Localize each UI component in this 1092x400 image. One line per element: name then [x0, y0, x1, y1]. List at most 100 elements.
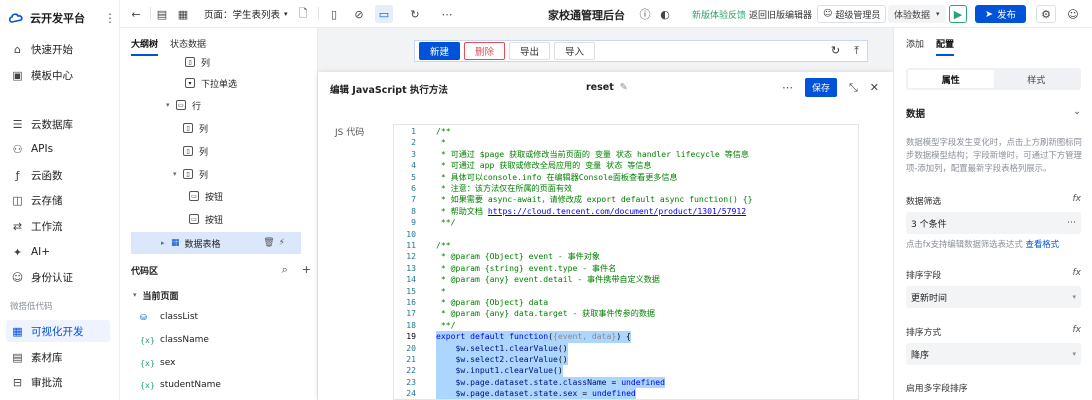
- code-line[interactable]: 20 $w.select1.clearValue(): [394, 342, 858, 354]
- page-select[interactable]: 页面：学生表列表 ▾: [204, 5, 288, 23]
- nav-item-database[interactable]: ☰ 云数据库: [6, 113, 110, 135]
- segment-style[interactable]: 样式: [994, 70, 1080, 88]
- search-icon[interactable]: ⌕: [282, 263, 288, 277]
- nav-item-quick-start[interactable]: ⌂ 快速开始: [6, 38, 110, 60]
- more-vertical-icon[interactable]: ⋮: [104, 11, 116, 25]
- code-line[interactable]: 23 $w.page.dataset.state.className = und…: [394, 376, 858, 389]
- tree-node-column[interactable]: ▯ 列: [131, 141, 301, 161]
- code-item-variable[interactable]: {x} studentName: [140, 376, 221, 394]
- code-line[interactable]: 19 export default function({event, data})…: [394, 331, 858, 343]
- settings-button[interactable]: ⚙: [1036, 5, 1056, 23]
- tree-node-button[interactable]: ▭ 按钮: [131, 186, 301, 206]
- fx-icon[interactable]: fx: [1073, 268, 1082, 281]
- code-line[interactable]: 17 * @param {any} data.target - 获取事件传参的数…: [394, 308, 858, 319]
- more-icon[interactable]: ⋯: [438, 5, 456, 23]
- user-avatar-icon[interactable]: ☺: [1064, 5, 1082, 23]
- code-item-dataset[interactable]: ⛁ classList: [140, 308, 198, 326]
- code-line[interactable]: 14 * @param {any} event.detail - 事件携带自定义…: [394, 274, 858, 285]
- brand[interactable]: 云开发平台 ⋮: [8, 9, 116, 27]
- code-editor[interactable]: 1/** 2 * 3 * 可通过 $page 获取或修改当前页面的 变量 状态 ha…: [393, 124, 859, 400]
- feedback-link[interactable]: 新版体验反馈: [692, 5, 746, 23]
- nav-item-workflow[interactable]: ⇄ 工作流: [6, 215, 110, 237]
- more-icon[interactable]: ⋯: [782, 81, 793, 94]
- fx-icon[interactable]: fx: [1073, 194, 1082, 207]
- edit-pen-icon[interactable]: ✎: [620, 82, 628, 93]
- fx-icon[interactable]: fx: [1073, 325, 1082, 338]
- code-item-variable[interactable]: {x} sex: [140, 354, 175, 372]
- tab-add[interactable]: 添加: [906, 37, 924, 56]
- sort-field-select[interactable]: 更新时间 ▾: [906, 286, 1081, 308]
- refresh-icon[interactable]: ↻: [831, 44, 840, 58]
- back-arrow-icon[interactable]: ←: [127, 5, 145, 23]
- code-line[interactable]: 3 * 可通过 $page 获取或修改当前页面的 变量 状态 handler l…: [394, 149, 858, 160]
- code-line[interactable]: 16 * @param {Object} data: [394, 297, 858, 308]
- nav-item-template[interactable]: ▣ 模板中心: [6, 64, 110, 86]
- code-line[interactable]: 8 * 帮助文档 https://cloud.tencent.com/docum…: [394, 206, 858, 217]
- code-line[interactable]: 24 $w.page.dataset.state.sex = undefined: [394, 388, 858, 399]
- delete-icon[interactable]: 🗑: [263, 238, 274, 248]
- nav-item-material[interactable]: ▤ 素材库: [6, 346, 110, 368]
- close-icon[interactable]: ✕: [870, 81, 879, 94]
- tree-node-row[interactable]: ▾ ▭ 行: [131, 95, 301, 115]
- view-format-link[interactable]: 查看格式: [1025, 239, 1059, 249]
- code-line[interactable]: 22 $w.input1.clearValue(): [394, 365, 858, 377]
- layout-icon[interactable]: ▦: [174, 5, 192, 23]
- code-line[interactable]: 2 *: [394, 137, 858, 148]
- code-line[interactable]: 9 **/: [394, 217, 858, 228]
- code-item-variable[interactable]: {x} className: [140, 331, 209, 349]
- experience-data-select[interactable]: 体验数据 ▾: [888, 5, 946, 23]
- pin-top-icon[interactable]: ⤒: [854, 44, 859, 58]
- info-icon[interactable]: ⓘ: [636, 5, 654, 23]
- nav-item-auth[interactable]: ☺ 身份认证: [6, 266, 110, 288]
- code-line[interactable]: 1 /**: [394, 126, 858, 137]
- theme-icon[interactable]: ◐: [656, 5, 674, 23]
- nav-item-function[interactable]: ƒ 云函数: [6, 164, 110, 186]
- tree-node-column[interactable]: ▯ 列: [131, 52, 301, 72]
- tree-node-column[interactable]: ▯ 列: [131, 118, 301, 138]
- nav-item-visual-dev[interactable]: ▦ 可视化开发: [6, 320, 110, 342]
- tab-config[interactable]: 配置: [936, 37, 955, 56]
- back-old-editor-link[interactable]: 返回旧版编辑器: [749, 5, 812, 23]
- filter-field[interactable]: 3 个条件 ⋯: [906, 212, 1081, 234]
- add-icon[interactable]: +: [302, 263, 311, 277]
- code-group-current-page[interactable]: ▾ 当前页面: [133, 286, 179, 304]
- code-line[interactable]: 21 $w.select2.clearValue(): [394, 354, 858, 366]
- refresh-icon[interactable]: ↻: [406, 5, 424, 23]
- import-button[interactable]: 导入: [554, 42, 596, 60]
- nav-item-approval[interactable]: ⊟ 审批流: [6, 371, 110, 393]
- pages-icon[interactable]: ▤: [153, 5, 171, 23]
- tree-node-data-table[interactable]: ▸ ▦ 数据表格 🗑 ⚡: [131, 232, 301, 254]
- nav-item-ai[interactable]: ✦ AI+: [6, 241, 110, 263]
- save-button[interactable]: 保存: [804, 78, 837, 97]
- new-button[interactable]: 新建: [419, 42, 461, 60]
- new-page-icon[interactable]: 🗋: [294, 5, 312, 23]
- code-line[interactable]: 18 **/: [394, 320, 858, 331]
- collapse-icon[interactable]: ⤡: [849, 81, 858, 95]
- admin-button[interactable]: ☺ 超级管理员: [817, 5, 887, 23]
- code-line[interactable]: 12 * @param {Object} event - 事件对象: [394, 251, 858, 262]
- nav-item-storage[interactable]: ◫ 云存储: [6, 189, 110, 211]
- code-line[interactable]: 4 * 可通过 app 获取或修改全局应用的 变量 状态 等信息: [394, 160, 858, 171]
- publish-button[interactable]: ➤ 发布: [975, 5, 1026, 23]
- code-line[interactable]: 10: [394, 229, 858, 240]
- delete-button[interactable]: 删除: [464, 42, 506, 60]
- code-line[interactable]: 5 * 具体可以console.info 在编辑器Console面板查看更多信息: [394, 172, 858, 183]
- export-button[interactable]: 导出: [509, 42, 551, 60]
- sort-order-select[interactable]: 降序 ▾: [906, 343, 1081, 365]
- lightning-icon[interactable]: ⚡: [279, 238, 285, 248]
- desktop-view-icon[interactable]: ▭: [375, 5, 393, 23]
- tree-node-button[interactable]: ▭ 按钮: [131, 209, 301, 229]
- tree-node-column[interactable]: ▾ ▯ 列: [131, 164, 301, 184]
- nav-item-apis[interactable]: ⚇ APIs: [6, 138, 110, 160]
- segment-properties[interactable]: 属性: [908, 70, 994, 88]
- mobile-view-icon[interactable]: ▯: [325, 5, 343, 23]
- tree-node-dropdown[interactable]: ▾ 下拉单选: [131, 73, 301, 93]
- code-line[interactable]: 11 /**: [394, 240, 858, 251]
- more-icon[interactable]: ⋯: [1067, 218, 1076, 228]
- data-section-header[interactable]: 数据 ⌄: [906, 106, 1081, 120]
- code-line[interactable]: 15 *: [394, 286, 858, 297]
- run-button[interactable]: ▶: [949, 5, 967, 23]
- code-line[interactable]: 7 * 如果需要 async-await，请修改成 export default…: [394, 194, 858, 205]
- code-line[interactable]: 6 * 注意：该方法仅在所属的页面有效: [394, 183, 858, 194]
- tablet-view-icon[interactable]: ⊘: [350, 5, 368, 23]
